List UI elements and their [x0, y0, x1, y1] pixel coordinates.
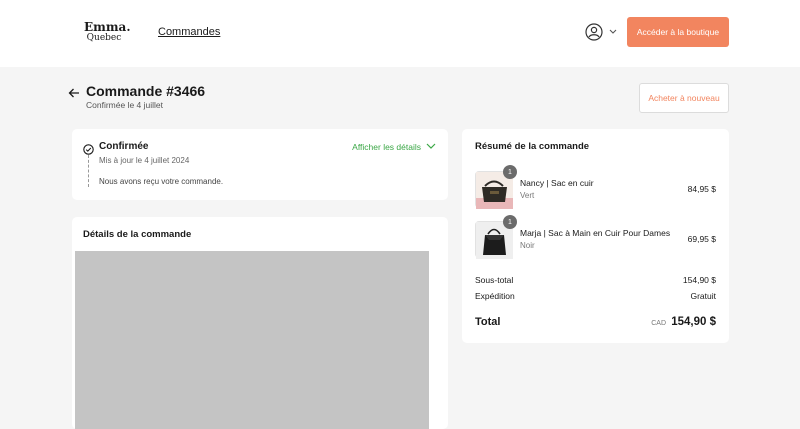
brand-logo[interactable]: Emma. Quebec	[84, 20, 131, 43]
show-details-link[interactable]: Afficher les détails	[352, 142, 436, 152]
item-price: 69,95 $	[687, 234, 716, 244]
list-item: 1 Marja | Sac à Main en Cuir Pour Dames …	[475, 215, 716, 261]
account-menu[interactable]	[585, 23, 617, 41]
status-card: Confirmée Mis à jour le 4 juillet 2024 N…	[72, 129, 448, 200]
subtotal-label: Sous-total	[475, 275, 514, 285]
item-name: Marja | Sac à Main en Cuir Pour Dames	[520, 228, 671, 238]
total-amount: 154,90 $	[671, 316, 716, 328]
order-summary-card: Résumé de la commande 1 Nancy | Sac en c…	[462, 129, 729, 343]
item-variant: Vert	[520, 191, 535, 200]
subtotal-value: 154,90 $	[682, 275, 716, 285]
nav-orders-link[interactable]: Commandes	[158, 26, 220, 38]
timeline-line	[88, 155, 89, 187]
status-message: Nous avons reçu votre commande.	[99, 177, 224, 186]
show-details-label: Afficher les détails	[352, 142, 421, 152]
item-name: Nancy | Sac en cuir	[520, 178, 594, 188]
order-details-title: Détails de la commande	[83, 229, 192, 240]
site-header: Emma. Quebec Commandes Accéder à la bout…	[0, 0, 800, 67]
user-circle-icon	[585, 23, 603, 41]
order-summary-title: Résumé de la commande	[475, 141, 590, 152]
status-title: Confirmée	[99, 141, 149, 152]
page-title: Commande #3466	[86, 83, 206, 99]
shipping-value: Gratuit	[690, 291, 716, 301]
product-thumbnail: 1	[475, 215, 517, 259]
order-details-card: Détails de la commande	[72, 217, 448, 429]
quantity-badge: 1	[503, 215, 517, 229]
shipping-label: Expédition	[475, 291, 515, 301]
list-item: 1 Nancy | Sac en cuir Vert 84,95 $	[475, 165, 716, 211]
logo-sub-text: Quebec	[86, 33, 122, 43]
back-arrow-icon[interactable]	[68, 86, 80, 104]
chevron-down-icon	[609, 29, 617, 35]
chevron-down-icon	[426, 142, 436, 152]
order-date: Confirmée le 4 juillet	[86, 100, 164, 110]
shop-button[interactable]: Accéder à la boutique	[627, 17, 729, 47]
map-placeholder	[75, 251, 429, 429]
reorder-button[interactable]: Acheter à nouveau	[639, 83, 729, 113]
logo-main-text: Emma.	[84, 20, 131, 34]
item-price: 84,95 $	[687, 184, 716, 194]
product-thumbnail: 1	[475, 165, 517, 209]
status-updated: Mis à jour le 4 juillet 2024	[99, 156, 190, 165]
quantity-badge: 1	[503, 165, 517, 179]
total-currency: CAD	[651, 320, 666, 327]
total-label: Total	[475, 316, 501, 328]
item-variant: Noir	[520, 241, 535, 250]
